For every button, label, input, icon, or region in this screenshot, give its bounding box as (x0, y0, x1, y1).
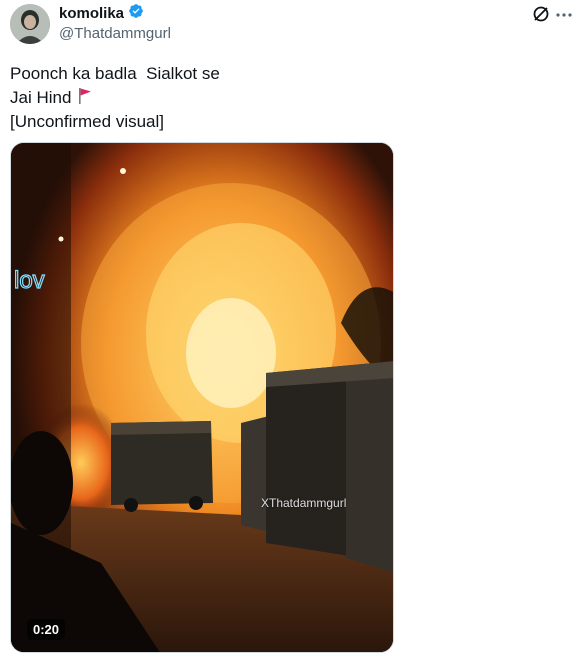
video-duration-badge: 0:20 (27, 619, 66, 640)
display-name[interactable]: komolika (59, 5, 124, 22)
red-flag-icon (77, 87, 93, 112)
grok-icon[interactable] (532, 5, 550, 23)
tweet-line-3: [Unconfirmed visual] (10, 112, 165, 131)
avatar-image (10, 4, 50, 44)
svg-text:lov: lov (14, 267, 45, 294)
more-icon[interactable] (555, 8, 573, 22)
tweet-text: Poonch ka badla Sialkot se Jai Hind [Unc… (10, 62, 220, 134)
avatar[interactable] (10, 4, 50, 44)
video-watermark: XThatdammgurl (261, 496, 347, 510)
author-name-row[interactable]: komolika (59, 3, 144, 24)
verified-badge-icon (128, 3, 144, 24)
video-player[interactable]: lov XThatdammgurl 0:20 (10, 142, 394, 653)
video-frame: lov (11, 143, 393, 652)
author-handle[interactable]: @Thatdammgurl (59, 25, 171, 42)
neon-sign-graphic: lov (13, 266, 45, 294)
tweet-line-2: Jai Hind (10, 88, 72, 107)
tweet-line-1: Poonch ka badla Sialkot se (10, 64, 220, 83)
tweet-line-2-wrap: Jai Hind (10, 86, 220, 110)
